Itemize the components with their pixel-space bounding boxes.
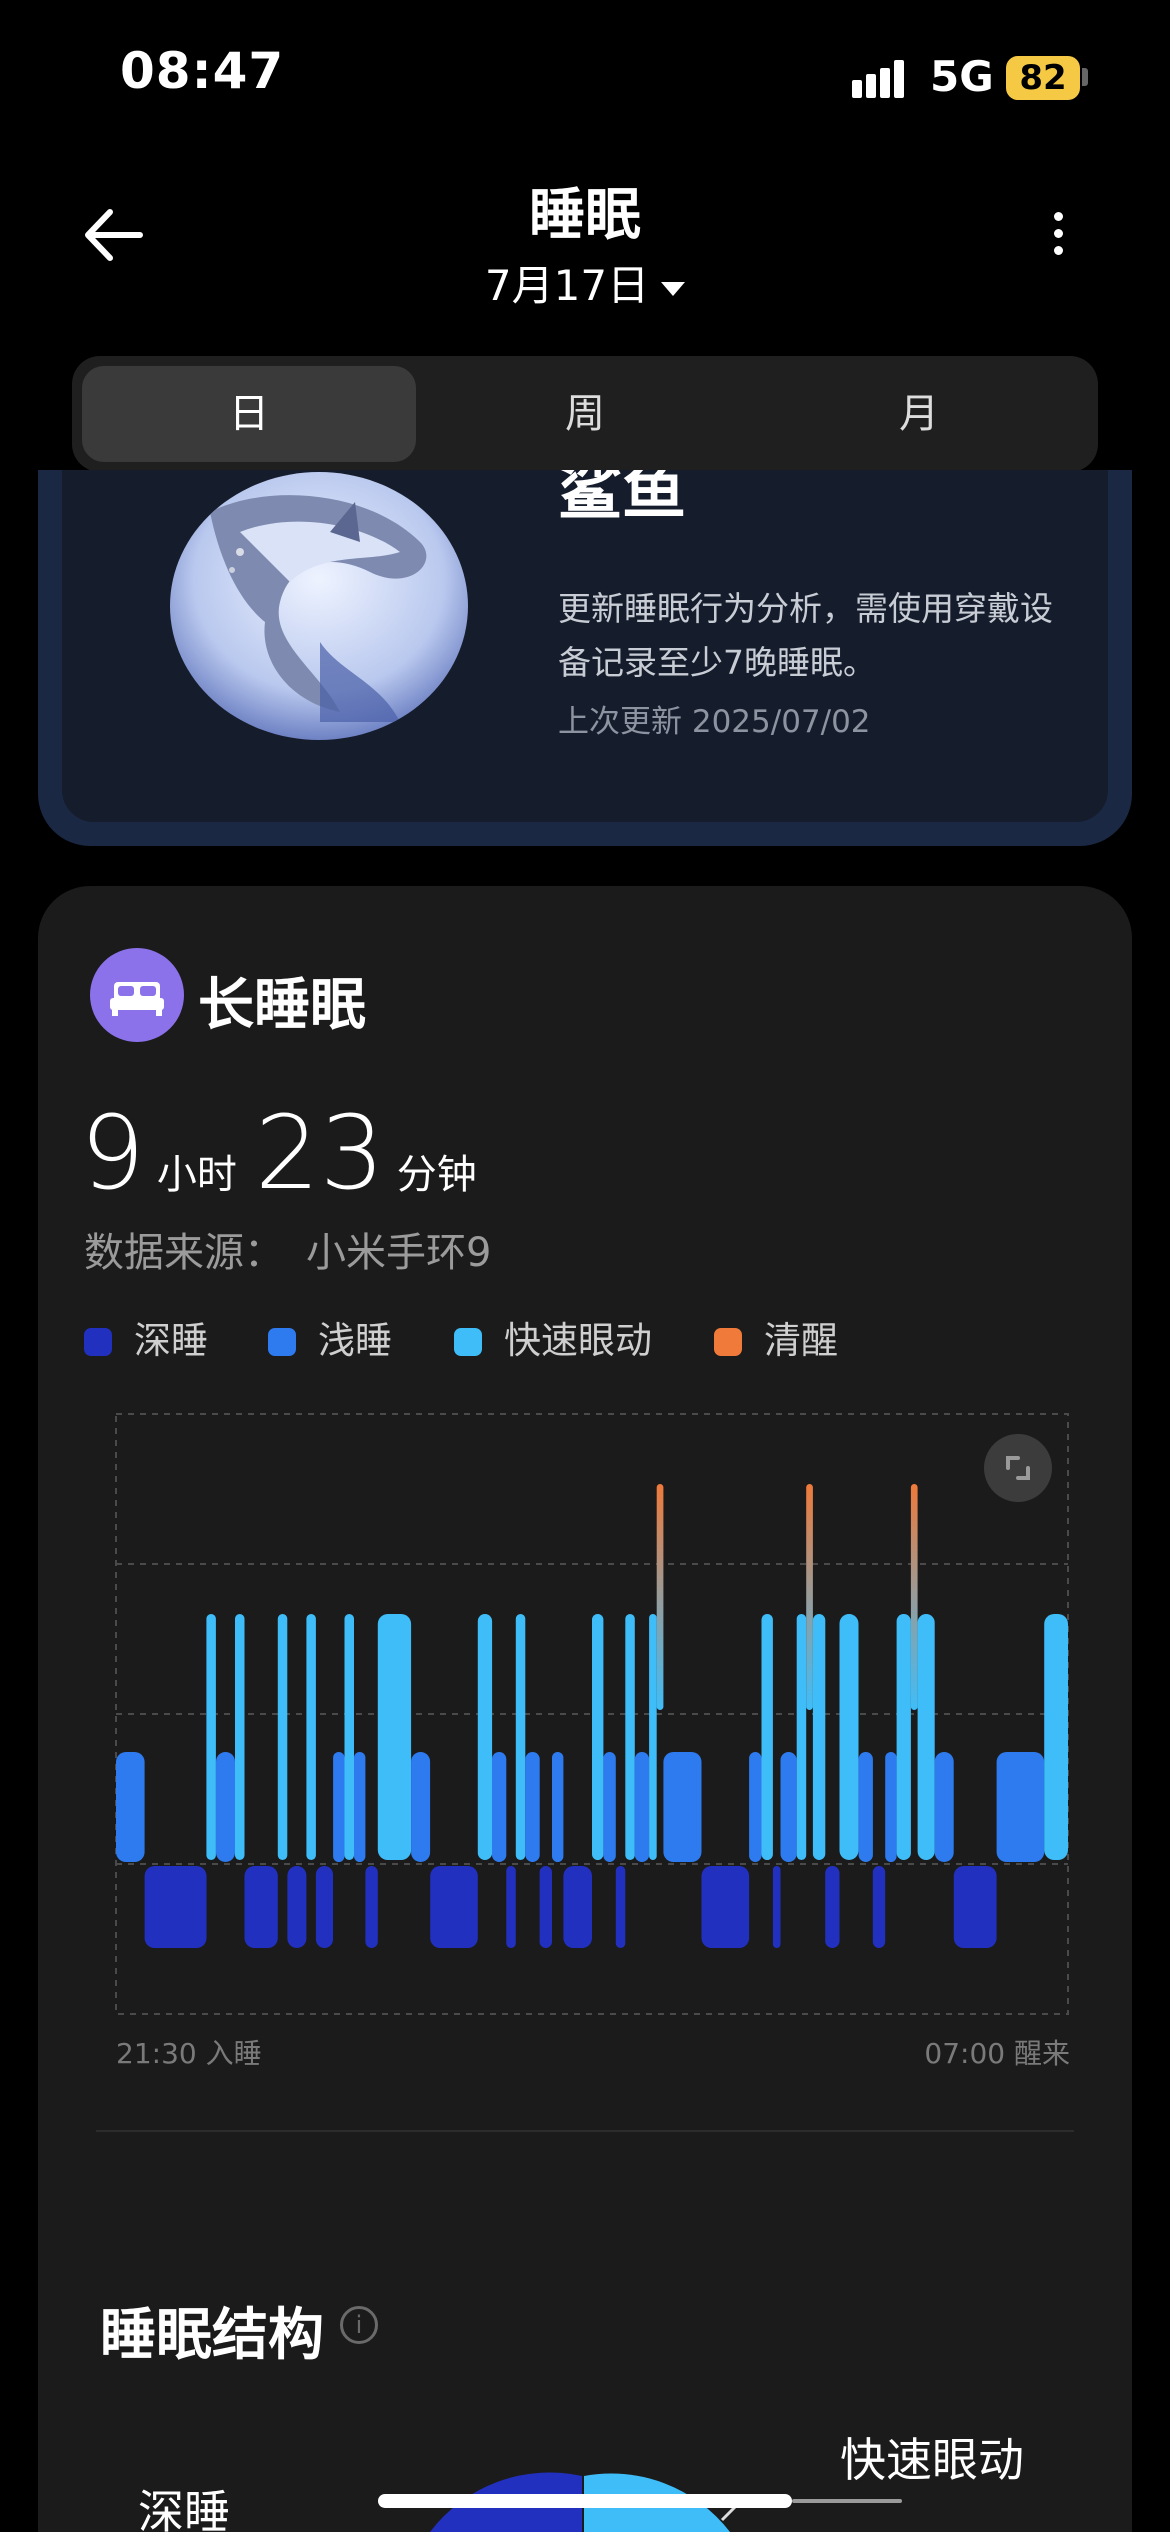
sleep-segment-deep — [430, 1866, 478, 1948]
sleep-segment-light — [996, 1752, 1045, 1862]
sleep-segment-light — [934, 1752, 954, 1862]
sleep-segment-light — [492, 1752, 507, 1862]
sleep-segment-light — [116, 1752, 145, 1862]
sleep-segment-rem — [235, 1614, 245, 1860]
sleep-segment-deep — [539, 1866, 552, 1948]
sleep-segment-deep — [701, 1866, 750, 1948]
sleep-segment-rem — [796, 1614, 807, 1860]
sleep-segment-light — [603, 1752, 616, 1862]
sleep-segment-deep — [244, 1866, 278, 1948]
sleep-segment-light — [525, 1752, 540, 1862]
sleep-segment-deep — [365, 1866, 378, 1948]
sleep-segment-light — [552, 1752, 564, 1862]
sleep-segment-rem — [277, 1614, 288, 1860]
structure-deep-label: 深睡 — [138, 2485, 230, 2532]
sleep-stage-chart — [0, 0, 1170, 2532]
sleep-segment-light — [663, 1752, 702, 1862]
sleep-segment-light — [333, 1752, 345, 1862]
sleep-segment-light — [749, 1752, 762, 1862]
sleep-segment-deep — [825, 1866, 840, 1948]
sleep-segment-rem — [377, 1614, 412, 1860]
sleep-segment-light — [216, 1752, 235, 1862]
sleep-segment-rem — [812, 1614, 826, 1860]
sleep-segment-deep — [506, 1866, 516, 1948]
sleep-segment-deep — [953, 1866, 997, 1948]
sleep-segment-light — [354, 1752, 366, 1862]
sleep-segment-light — [780, 1752, 797, 1862]
scroll-indicator — [792, 2499, 902, 2503]
axis-end-label: 07:00 醒来 — [924, 2037, 1070, 2070]
home-indicator[interactable] — [378, 2494, 792, 2508]
sleep-stage-chart-svg — [115, 1413, 1069, 2015]
expand-icon[interactable] — [984, 1434, 1052, 1502]
sleep-segment-rem — [917, 1614, 935, 1860]
sleep-segment-rem — [625, 1614, 635, 1860]
sleep-segment-light — [634, 1752, 650, 1862]
sleep-segment-awake — [656, 1484, 664, 1710]
sleep-segment-awake — [910, 1484, 918, 1710]
sleep-segment-deep — [772, 1866, 781, 1948]
sleep-segment-rem — [477, 1614, 493, 1860]
sleep-segment-light — [411, 1752, 431, 1862]
sleep-segment-rem — [1044, 1614, 1068, 1860]
sleep-structure-title: 睡眠结构 — [100, 2303, 324, 2368]
structure-rem-label: 快速眼动 — [840, 2433, 1024, 2487]
sleep-segment-rem — [649, 1614, 657, 1860]
sleep-segment-rem — [839, 1614, 859, 1860]
section-divider — [96, 2130, 1074, 2132]
axis-start-label: 21:30 入睡 — [116, 2037, 262, 2070]
sleep-segment-rem — [896, 1614, 911, 1860]
sleep-segment-rem — [761, 1614, 773, 1860]
sleep-segment-deep — [315, 1866, 333, 1948]
sleep-segment-deep — [563, 1866, 592, 1948]
info-icon[interactable]: i — [340, 2306, 378, 2344]
sleep-segment-awake — [806, 1484, 813, 1710]
sleep-segment-light — [885, 1752, 897, 1862]
sleep-segment-deep — [615, 1866, 626, 1948]
sleep-segment-light — [858, 1752, 873, 1862]
sleep-segment-deep — [287, 1866, 307, 1948]
sleep-segment-deep — [872, 1866, 886, 1948]
sleep-segment-rem — [515, 1614, 526, 1860]
sleep-segment-rem — [306, 1614, 316, 1860]
sleep-segment-rem — [206, 1614, 216, 1860]
sleep-segment-rem — [592, 1614, 604, 1860]
sleep-segment-rem — [344, 1614, 354, 1860]
sleep-segment-deep — [144, 1866, 207, 1948]
rem-leader-line — [720, 2504, 738, 2522]
